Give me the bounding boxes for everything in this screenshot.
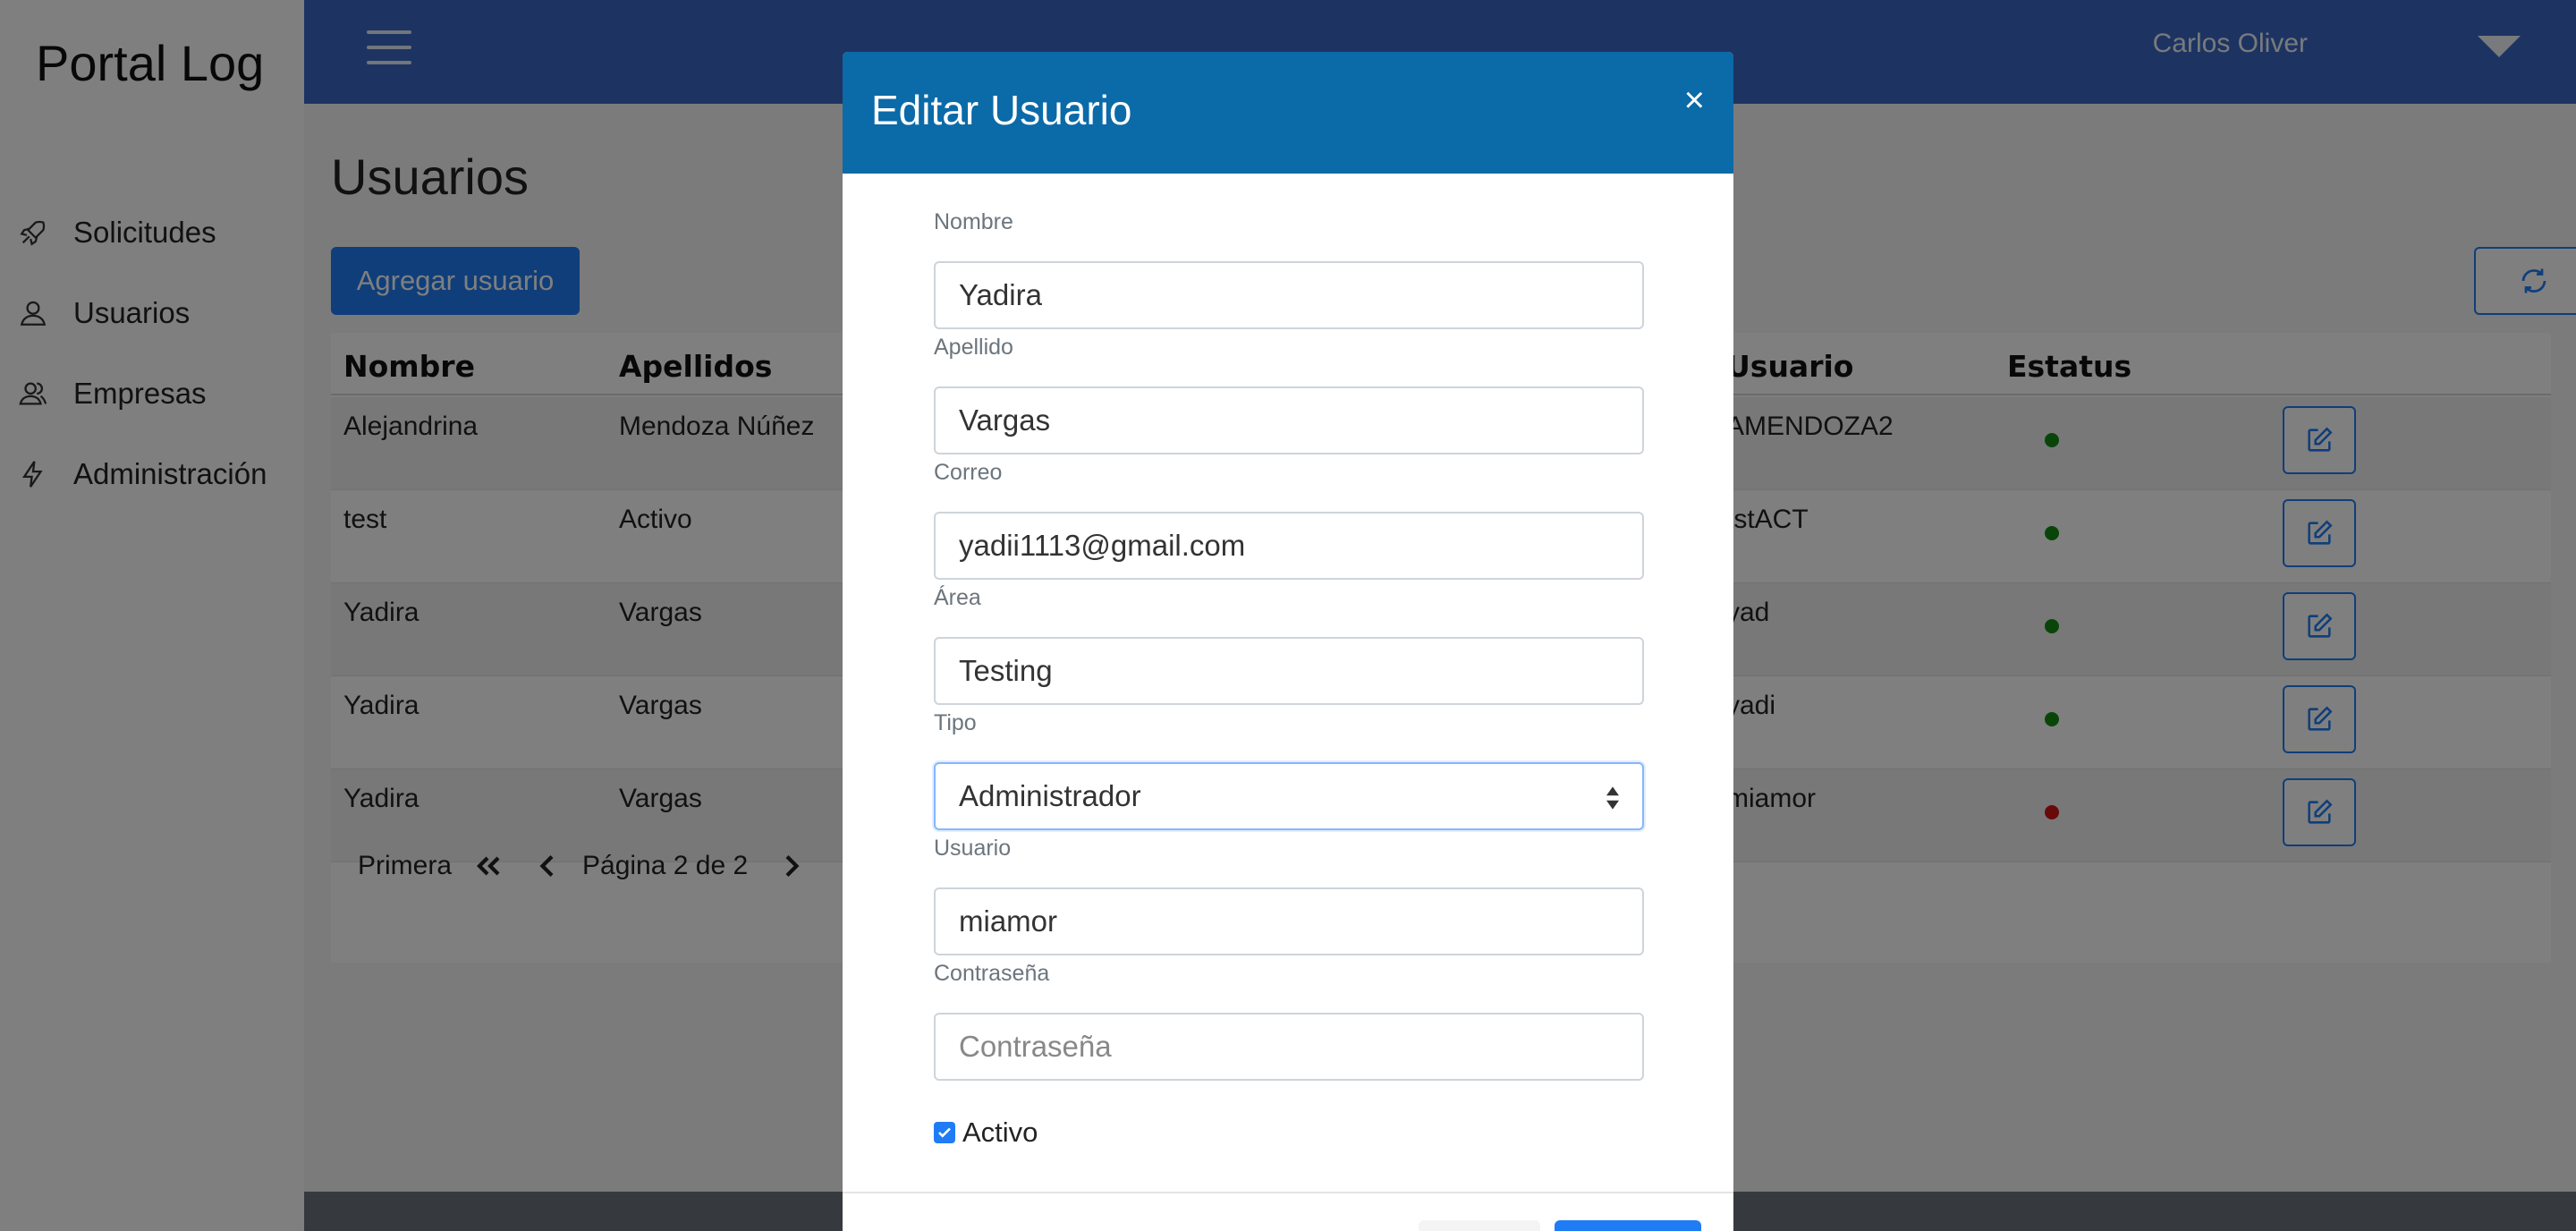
modal-footer-divider [843, 1192, 1733, 1193]
usuario-label: Usuario [934, 836, 1012, 861]
close-icon[interactable]: × [1684, 82, 1705, 118]
activo-checkbox[interactable] [934, 1122, 955, 1143]
activo-checkbox-row[interactable]: Activo [934, 1116, 1038, 1149]
activo-label: Activo [962, 1116, 1038, 1148]
correo-label: Correo [934, 460, 1003, 485]
cancel-button[interactable] [1419, 1220, 1540, 1231]
edit-user-modal: Editar Usuario × Nombre Yadira Apellido … [843, 52, 1733, 1231]
area-label: Área [934, 585, 981, 610]
apellido-input[interactable]: Vargas [934, 386, 1644, 454]
usuario-input[interactable]: miamor [934, 887, 1644, 955]
save-button[interactable] [1555, 1220, 1701, 1231]
modal-header: Editar Usuario × [843, 52, 1733, 174]
contrasena-label: Contraseña [934, 961, 1050, 986]
password-input[interactable]: Contraseña [934, 1013, 1644, 1081]
select-arrows-icon [1606, 786, 1619, 810]
apellido-label: Apellido [934, 335, 1013, 360]
tipo-label: Tipo [934, 710, 977, 735]
nombre-input[interactable]: Yadira [934, 261, 1644, 329]
correo-input[interactable]: yadii1113@gmail.com [934, 512, 1644, 580]
nombre-label: Nombre [934, 209, 1013, 234]
check-icon [938, 1127, 951, 1138]
tipo-select[interactable]: Administrador [934, 762, 1644, 830]
tipo-select-value: Administrador [959, 779, 1141, 812]
modal-title: Editar Usuario [871, 87, 1132, 133]
area-input[interactable]: Testing [934, 637, 1644, 705]
